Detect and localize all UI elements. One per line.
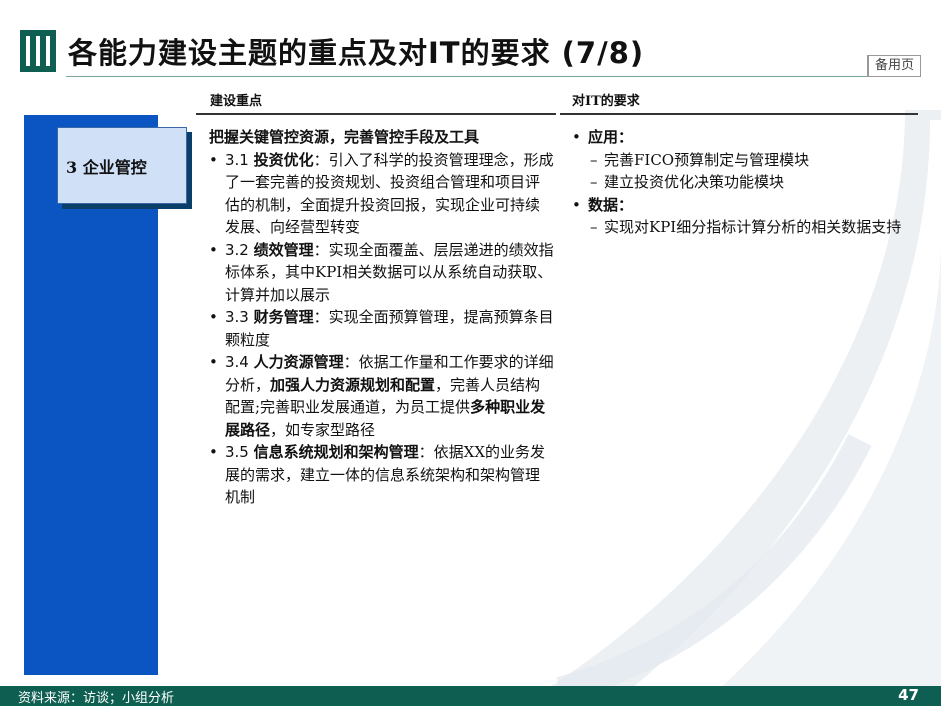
focus-item-emphasis: 投资优化 (253, 150, 314, 169)
category-label: 3 企业管控 (66, 157, 147, 177)
bullet-icon: • (572, 195, 581, 214)
backup-page-tag: 备用页 (867, 55, 921, 77)
it-requirement-text: 建立投资优化决策功能模块 (604, 173, 785, 191)
focus-item: • 3.5 信息系统规划和架构管理：依据XX的业务发展的需求，建立一体的信息系统架… (209, 441, 554, 509)
focus-list: • 3.1 投资优化：引入了科学的投资管理理念，形成了一套完善的投资规划、投资组合… (209, 149, 554, 509)
focus-item-number: 3.1 (225, 150, 254, 169)
focus-item-number: 3.2 (225, 240, 254, 259)
focus-item-number: 3.3 (225, 308, 254, 326)
footer-bar: 资料来源：访谈；小组分析 47 (0, 686, 941, 706)
it-requirement-text: 实现对KPI细分指标计算分析的相关数据支持 (604, 218, 902, 236)
it-requirement-item: – 建立投资优化决策功能模块 (572, 171, 912, 194)
it-requirement-text: 完善FICO预算制定与管理模块 (604, 150, 810, 169)
it-column-heading: 对IT的要求 (572, 94, 640, 109)
it-requirements: • 应用： – 完善FICO预算制定与管理模块 – 建立投资优化决策功能模块 • 数据： – 实现… (572, 126, 912, 239)
focus-lead: 把握关键管控资源，完善管控手段及工具 (209, 128, 480, 146)
focus-content: 把握关键管控资源，完善管控手段及工具 • 3.1 投资优化：引入了科学的投资管理理… (209, 126, 554, 509)
focus-item: • 3.4 人力资源管理：依据工作量和工作要求的详细分析，加强人力资源规划和配置，… (209, 351, 554, 441)
it-column-rule (560, 113, 918, 115)
it-requirement-item: – 完善FICO预算制定与管理模块 (572, 149, 912, 172)
focus-item-number: 3.5 (225, 443, 254, 461)
focus-item: • 3.2 绩效管理：实现全面覆盖、层层递进的绩效指标体系，其中KPI相关数据可以… (209, 239, 554, 307)
dash-icon: – (590, 150, 598, 169)
it-requirement-heading: • 数据： (572, 194, 912, 217)
source-note: 资料来源：访谈；小组分析 (18, 691, 175, 706)
dash-icon: – (590, 218, 598, 236)
focus-item-text: ，如专家型路径 (270, 420, 376, 439)
it-requirement-label: 数据： (588, 195, 634, 214)
focus-item-number: 3.4 (225, 353, 254, 371)
focus-item-emphasis: 信息系统规划和架构管理 (253, 443, 419, 461)
focus-item-emphasis: 财务管理 (253, 308, 314, 326)
it-requirement-label: 应用： (588, 128, 634, 146)
it-requirement-item: – 实现对KPI细分指标计算分析的相关数据支持 (572, 216, 912, 239)
focus-item: • 3.3 财务管理：实现全面预算管理，提高预算条目颗粒度 (209, 306, 554, 351)
bullet-icon: • (209, 353, 218, 371)
page-title: 各能力建设主题的重点及对IT的要求 (7/8) (68, 36, 645, 70)
bullet-icon: • (209, 308, 218, 326)
bullet-icon: • (209, 443, 218, 461)
dash-icon: – (590, 173, 598, 191)
focus-item: • 3.1 投资优化：引入了科学的投资管理理念，形成了一套完善的投资规划、投资组合… (209, 149, 554, 239)
focus-item-emphasis: 绩效管理 (253, 240, 314, 259)
focus-column-heading: 建设重点 (210, 94, 263, 109)
category-box: 3 企业管控 (57, 127, 187, 204)
bullet-icon: • (209, 150, 218, 169)
page-number: 47 (898, 686, 919, 704)
bullet-icon: • (209, 240, 218, 259)
focus-column-rule (196, 113, 556, 115)
title-divider (66, 76, 872, 77)
brand-logo (20, 30, 56, 72)
bullet-icon: • (572, 128, 581, 146)
focus-item-emphasis: 人力资源管理 (253, 353, 344, 371)
it-requirement-heading: • 应用： (572, 126, 912, 149)
focus-item-emphasis: 加强人力资源规划和配置 (270, 375, 436, 394)
